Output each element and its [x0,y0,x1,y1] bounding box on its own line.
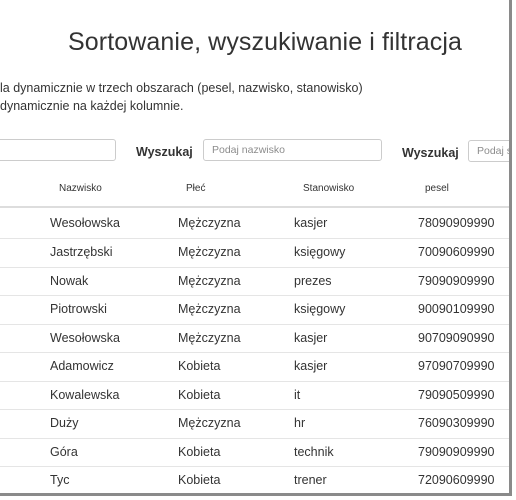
cell-stanowisko: it [294,387,301,402]
cell-nazwisko: Wesołowska [50,216,120,230]
table-row: Wesołowska Mężczyzna kasjer 90709090990 [0,325,509,353]
column-header-plec[interactable]: Płeć [186,183,205,194]
cell-plec: Kobieta [178,444,221,459]
cell-pesel: 79090909990 [418,444,495,459]
table-row: Nowak Mężczyzna prezes 79090909990 [0,268,509,296]
search-input-pesel[interactable] [0,139,116,161]
cell-plec: Mężczyzna [178,302,241,316]
cell-stanowisko: kasjer [294,330,328,345]
cell-nazwisko: Adamowicz [50,359,114,373]
cell-plec: Kobieta [178,359,221,373]
cell-nazwisko: Tyc [50,473,70,487]
cell-pesel: 72090609990 [418,473,495,487]
column-header-stanowisko[interactable]: Stanowisko [303,183,354,194]
cell-stanowisko: prezes [294,273,332,288]
cell-plec: Kobieta [178,387,221,402]
cell-plec: Mężczyzna [178,330,241,345]
cell-stanowisko: hr [294,416,306,430]
cell-plec: Kobieta [178,473,221,487]
description-line-1: la dynamicznie w trzech obszarach (pesel… [0,81,363,95]
table-row: Tyc Kobieta trener 72090609990 [0,467,509,493]
search-label-stanowisko: Wyszukaj [402,146,459,160]
cell-nazwisko: Nowak [50,273,89,288]
cell-stanowisko: kasjer [294,359,328,373]
cell-pesel: 79090509990 [418,387,495,402]
search-input-stanowisko[interactable] [468,140,509,162]
cell-stanowisko: kasjer [294,216,328,230]
table-body: Wesołowska Mężczyzna kasjer 78090909990 … [0,208,509,493]
cell-plec: Mężczyzna [178,245,241,259]
cell-plec: Mężczyzna [178,216,241,230]
cell-nazwisko: Wesołowska [50,330,120,345]
cell-stanowisko: księgowy [294,245,346,259]
cell-stanowisko: technik [294,444,334,459]
cell-nazwisko: Góra [50,444,78,459]
cell-stanowisko: księgowy [294,302,346,316]
search-input-nazwisko[interactable] [203,139,382,161]
cell-nazwisko: Piotrowski [50,302,107,316]
cell-nazwisko: Jastrzębski [50,245,113,259]
cell-pesel: 90090109990 [418,302,495,316]
cell-pesel: 70090609990 [418,245,495,259]
table-row: Piotrowski Mężczyzna księgowy 9009010999… [0,296,509,325]
column-header-nazwisko[interactable]: Nazwisko [59,183,102,194]
cell-pesel: 79090909990 [418,273,495,288]
description-line-2: dynamicznie na każdej kolumnie. [0,99,184,113]
column-header-pesel[interactable]: pesel [425,183,449,194]
table-header: Nazwisko Płeć Stanowisko pesel [0,174,509,208]
table-row: Adamowicz Kobieta kasjer 97090709990 [0,353,509,382]
cell-pesel: 78090909990 [418,216,495,230]
cell-nazwisko: Kowalewska [50,387,120,402]
table-row: Duży Mężczyzna hr 76090309990 [0,410,509,439]
cell-nazwisko: Duży [50,416,79,430]
cell-pesel: 97090709990 [418,359,495,373]
cell-pesel: 90709090990 [418,330,495,345]
employees-table: Nazwisko Płeć Stanowisko pesel Wesołowsk… [0,174,509,493]
cell-pesel: 76090309990 [418,416,495,430]
table-row: Góra Kobieta technik 79090909990 [0,439,509,467]
page-frame: Sortowanie, wyszukiwanie i filtracja la … [0,0,512,496]
cell-stanowisko: trener [294,473,327,487]
cell-plec: Mężczyzna [178,273,241,288]
table-row: Wesołowska Mężczyzna kasjer 78090909990 [0,208,509,239]
cell-plec: Mężczyzna [178,416,241,430]
page-title: Sortowanie, wyszukiwanie i filtracja [68,28,463,56]
table-row: Jastrzębski Mężczyzna księgowy 700906099… [0,239,509,268]
table-row: Kowalewska Kobieta it 79090509990 [0,382,509,410]
search-label-nazwisko: Wyszukaj [136,145,193,159]
